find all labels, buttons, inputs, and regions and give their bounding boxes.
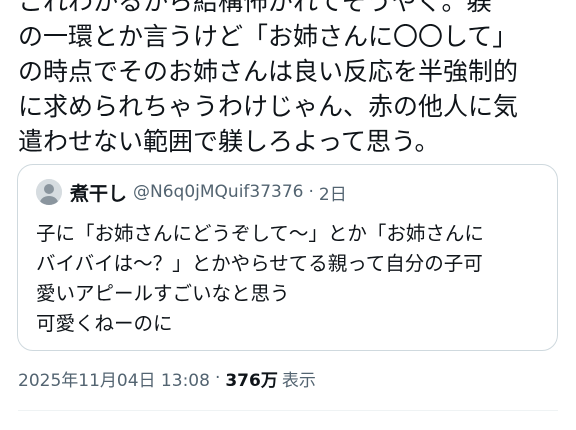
tweet-text: これわかるから結構怖がれてそうやく。躾 の一環とか言うけど「お姉さんに〇〇して」…: [18, 0, 570, 159]
quote-text-line: 可愛くねーのに: [36, 312, 173, 335]
quote-tweet-text: 子に「お姉さんにどうぞして〜」とか「お姉さんに バイバイは〜？」とかやらせてる親…: [36, 219, 551, 339]
meta-separator: ·: [214, 368, 221, 388]
quote-timestamp[interactable]: 2日: [319, 180, 347, 205]
tweet-text-line: これわかるから結構怖がれてそうやく。躾: [18, 0, 492, 16]
quote-tweet-header: 煮干し @N6q0jMQuif37376 · 2日: [36, 179, 347, 205]
tweet-text-line: の時点でそのお姉さんは良い反応を半強制的: [18, 57, 519, 86]
quote-text-line: バイバイは〜？」とかやらせてる親って自分の子可: [36, 252, 483, 275]
tweet-text-line: 遣わせない範囲で躾しろよって思う。: [18, 127, 440, 156]
user-avatar-icon[interactable]: [36, 179, 62, 205]
divider: [18, 410, 558, 411]
quote-text-line: 愛いアピールすごいなと思う: [36, 282, 290, 305]
views-label: 表示: [281, 370, 316, 391]
tweet-text-line: の一環とか言うけど「お姉さんに〇〇して」: [18, 22, 518, 51]
quote-text-line: 子に「お姉さんにどうぞして〜」とか「お姉さんに: [36, 222, 484, 245]
quote-author-name[interactable]: 煮干し: [70, 179, 127, 206]
tweet-meta: 2025年11月04日 13:08 · 376万 表示: [18, 365, 316, 391]
quote-tweet-card[interactable]: 煮干し @N6q0jMQuif37376 · 2日 子に「お姉さんにどうぞして〜…: [17, 164, 558, 351]
tweet-timestamp[interactable]: 2025年11月04日 13:08: [18, 366, 210, 391]
views-count: 376万: [225, 370, 278, 391]
quote-separator: ·: [308, 182, 314, 202]
quote-author-handle[interactable]: @N6q0jMQuif37376: [133, 182, 303, 202]
tweet-text-line: に求められちゃうわけじゃん、赤の他人に気: [18, 92, 519, 121]
